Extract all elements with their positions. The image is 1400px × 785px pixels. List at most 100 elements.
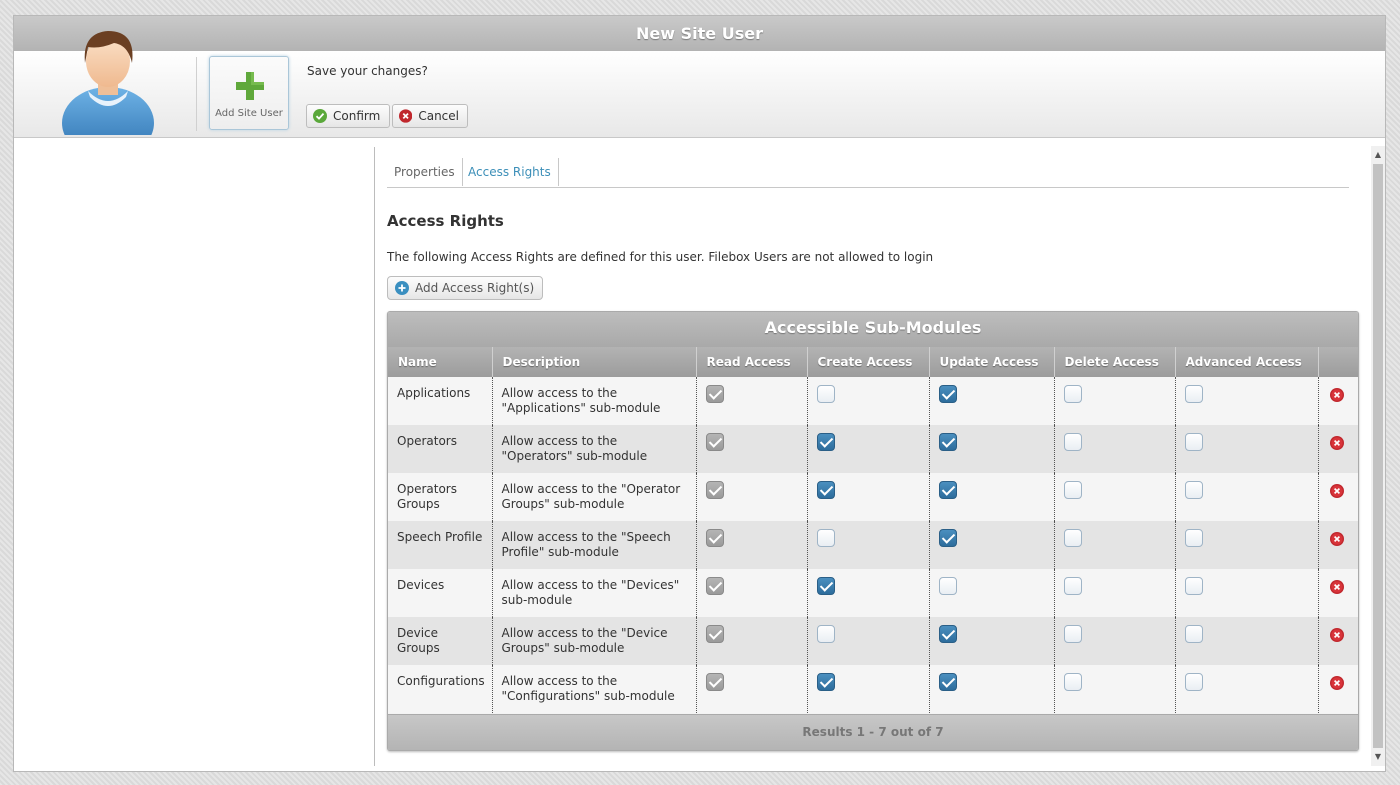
cell-update-access bbox=[929, 425, 1055, 473]
cell-update-access bbox=[929, 521, 1055, 569]
delete-circle-icon[interactable] bbox=[1329, 628, 1344, 642]
delete-access-checkbox[interactable] bbox=[1063, 481, 1082, 499]
delete-circle-icon[interactable] bbox=[1329, 388, 1344, 402]
cell-create-access bbox=[807, 665, 930, 713]
user-avatar-icon bbox=[62, 31, 154, 135]
delete-access-checkbox[interactable] bbox=[1063, 577, 1082, 595]
delete-circle-icon[interactable] bbox=[1329, 676, 1344, 690]
cell-delete-access bbox=[1054, 521, 1176, 569]
cell-create-access bbox=[807, 521, 930, 569]
update-access-checkbox[interactable] bbox=[938, 529, 957, 547]
update-access-checkbox[interactable] bbox=[938, 433, 957, 451]
advanced-access-checkbox[interactable] bbox=[1184, 625, 1203, 643]
cell-description: Allow access to the "Devices" sub-module bbox=[492, 569, 697, 617]
tab-properties[interactable]: Properties bbox=[387, 158, 463, 186]
cell-advanced-access bbox=[1175, 569, 1319, 617]
cell-actions bbox=[1318, 425, 1358, 473]
column-header-name[interactable]: Name bbox=[388, 347, 493, 377]
cell-read-access bbox=[696, 473, 808, 521]
table-header-row: Name Description Read Access Create Acce… bbox=[388, 347, 1358, 377]
grid-footer-results: Results 1 - 7 out of 7 bbox=[388, 714, 1358, 750]
advanced-access-checkbox[interactable] bbox=[1184, 433, 1203, 451]
cell-create-access bbox=[807, 377, 930, 425]
update-access-checkbox[interactable] bbox=[938, 481, 957, 499]
confirm-label: Confirm bbox=[333, 109, 381, 123]
confirm-button[interactable]: Confirm bbox=[306, 104, 390, 128]
create-access-checkbox[interactable] bbox=[816, 529, 835, 547]
delete-access-checkbox[interactable] bbox=[1063, 385, 1082, 403]
read-access-checkbox[interactable] bbox=[705, 577, 724, 595]
update-access-checkbox[interactable] bbox=[938, 673, 957, 691]
delete-circle-icon[interactable] bbox=[1329, 436, 1344, 450]
advanced-access-checkbox[interactable] bbox=[1184, 577, 1203, 595]
update-access-checkbox[interactable] bbox=[938, 625, 957, 643]
green-plus-icon bbox=[236, 72, 264, 100]
cell-description: Allow access to the "Device Groups" sub-… bbox=[492, 617, 697, 665]
table-row: Configurations Allow access to the "Confi… bbox=[388, 665, 1358, 713]
column-header-advanced[interactable]: Advanced Access bbox=[1175, 347, 1319, 377]
read-access-checkbox[interactable] bbox=[705, 481, 724, 499]
read-access-checkbox[interactable] bbox=[705, 433, 724, 451]
column-header-read[interactable]: Read Access bbox=[696, 347, 808, 377]
create-access-checkbox[interactable] bbox=[816, 481, 835, 499]
update-access-checkbox[interactable] bbox=[938, 577, 957, 595]
read-access-checkbox[interactable] bbox=[705, 385, 724, 403]
create-access-checkbox[interactable] bbox=[816, 433, 835, 451]
create-access-checkbox[interactable] bbox=[816, 385, 835, 403]
scrollbar-thumb[interactable] bbox=[1373, 164, 1383, 748]
create-access-checkbox[interactable] bbox=[816, 577, 835, 595]
access-rights-grid: Accessible Sub-Modules Name Description … bbox=[387, 311, 1359, 751]
create-access-checkbox[interactable] bbox=[816, 673, 835, 691]
cell-name: Devices bbox=[388, 569, 493, 617]
advanced-access-checkbox[interactable] bbox=[1184, 529, 1203, 547]
add-site-user-button[interactable]: Add Site User bbox=[209, 56, 289, 130]
cell-create-access bbox=[807, 569, 930, 617]
tab-access-rights[interactable]: Access Rights bbox=[461, 158, 559, 186]
header-toolbar: Add Site User Save your changes? Confirm… bbox=[14, 31, 1385, 138]
delete-circle-icon[interactable] bbox=[1329, 580, 1344, 594]
column-header-description[interactable]: Description bbox=[492, 347, 697, 377]
grid-title: Accessible Sub-Modules bbox=[388, 312, 1358, 347]
column-header-delete[interactable]: Delete Access bbox=[1054, 347, 1176, 377]
delete-circle-icon[interactable] bbox=[1329, 484, 1344, 498]
cell-advanced-access bbox=[1175, 473, 1319, 521]
cell-delete-access bbox=[1054, 617, 1176, 665]
cell-advanced-access bbox=[1175, 521, 1319, 569]
cell-delete-access bbox=[1054, 473, 1176, 521]
delete-access-checkbox[interactable] bbox=[1063, 625, 1082, 643]
section-title: Access Rights bbox=[387, 212, 504, 230]
read-access-checkbox[interactable] bbox=[705, 673, 724, 691]
read-access-checkbox[interactable] bbox=[705, 625, 724, 643]
window-title: New Site User bbox=[14, 16, 1385, 51]
cell-update-access bbox=[929, 617, 1055, 665]
scroll-up-icon[interactable]: ▲ bbox=[1371, 148, 1385, 162]
cell-name: Speech Profile bbox=[388, 521, 493, 569]
x-circle-icon bbox=[399, 109, 413, 123]
create-access-checkbox[interactable] bbox=[816, 625, 835, 643]
cancel-button[interactable]: Cancel bbox=[392, 104, 468, 128]
advanced-access-checkbox[interactable] bbox=[1184, 385, 1203, 403]
vertical-scrollbar[interactable]: ▲ ▼ bbox=[1371, 146, 1385, 766]
column-header-update[interactable]: Update Access bbox=[929, 347, 1055, 377]
cell-create-access bbox=[807, 425, 930, 473]
cell-advanced-access bbox=[1175, 377, 1319, 425]
read-access-checkbox[interactable] bbox=[705, 529, 724, 547]
scroll-down-icon[interactable]: ▼ bbox=[1371, 750, 1385, 764]
delete-access-checkbox[interactable] bbox=[1063, 433, 1082, 451]
delete-circle-icon[interactable] bbox=[1329, 532, 1344, 546]
delete-access-checkbox[interactable] bbox=[1063, 529, 1082, 547]
add-access-rights-button[interactable]: Add Access Right(s) bbox=[387, 276, 544, 300]
cell-delete-access bbox=[1054, 377, 1176, 425]
table-row: Applications Allow access to the "Applica… bbox=[388, 377, 1358, 425]
column-header-create[interactable]: Create Access bbox=[807, 347, 930, 377]
advanced-access-checkbox[interactable] bbox=[1184, 673, 1203, 691]
cell-update-access bbox=[929, 569, 1055, 617]
tab-bar: Properties Access Rights bbox=[387, 158, 1349, 188]
cell-read-access bbox=[696, 569, 808, 617]
delete-access-checkbox[interactable] bbox=[1063, 673, 1082, 691]
cell-read-access bbox=[696, 425, 808, 473]
cell-actions bbox=[1318, 377, 1358, 425]
advanced-access-checkbox[interactable] bbox=[1184, 481, 1203, 499]
table-row: Devices Allow access to the "Devices" sub… bbox=[388, 569, 1358, 617]
update-access-checkbox[interactable] bbox=[938, 385, 957, 403]
